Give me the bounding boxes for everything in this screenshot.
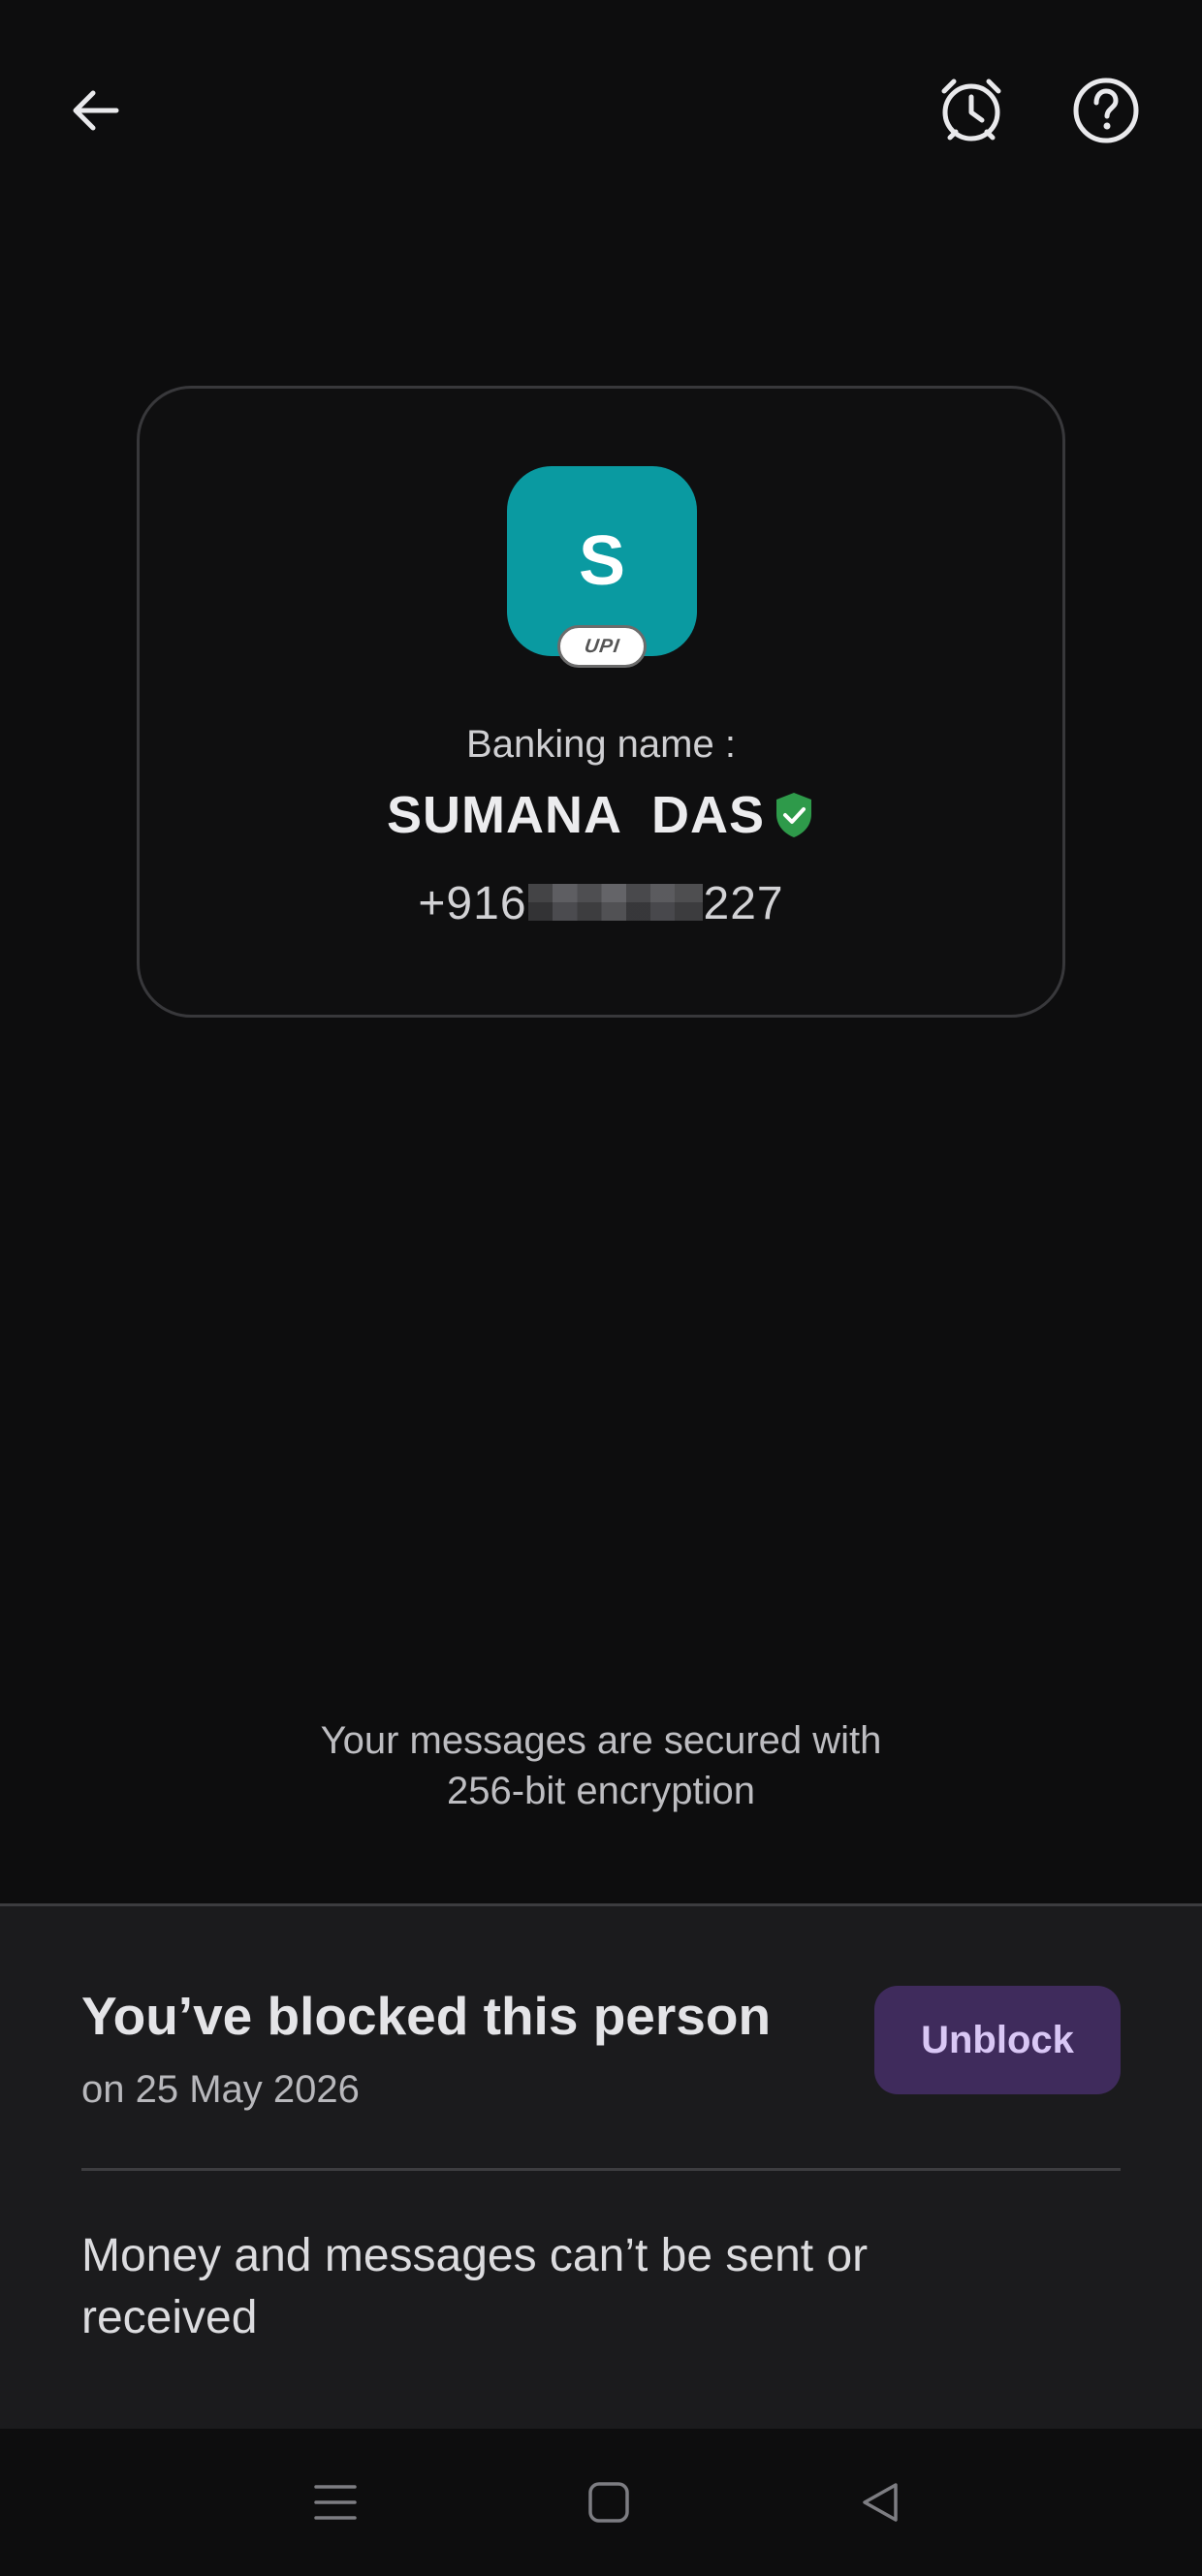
arrow-left-icon <box>73 90 119 131</box>
home-square-icon <box>588 2482 629 2523</box>
blocked-panel <box>0 1903 1202 2429</box>
help-button[interactable] <box>1060 64 1153 157</box>
contact-name: SUMANA DAS <box>386 786 765 844</box>
blocked-title: You’ve blocked this person <box>81 1986 772 2046</box>
nav-back-button[interactable] <box>841 2467 919 2537</box>
alarm-clock-icon <box>941 79 1001 141</box>
nav-home-button[interactable] <box>570 2467 648 2537</box>
reminder-button[interactable] <box>925 64 1018 157</box>
avatar-initial: S <box>578 522 626 600</box>
back-triangle-icon <box>863 2483 898 2522</box>
encryption-line-2: 256-bit encryption <box>447 1770 755 1812</box>
nav-menu-button[interactable] <box>297 2467 374 2537</box>
phone-number: +916 227 <box>137 877 1065 930</box>
verified-shield-icon <box>776 793 811 837</box>
blocked-date: on 25 May 2026 <box>81 2068 360 2111</box>
redacted-digits <box>527 884 703 922</box>
menu-icon <box>314 2485 357 2520</box>
banking-name-label: Banking name : <box>466 723 736 766</box>
blocked-note: Money and messages can’t be sent or rece… <box>81 2230 869 2343</box>
phone-suffix: 227 <box>703 878 784 929</box>
phone-prefix: +916 <box>418 878 527 929</box>
encryption-message: Your messages are secured with 256-bit e… <box>0 1715 1202 1816</box>
back-button[interactable] <box>48 64 142 157</box>
divider <box>81 2168 1121 2171</box>
encryption-line-1: Your messages are secured with <box>320 1719 882 1762</box>
upi-badge-label: UPI <box>583 635 621 657</box>
contact-name-row: SUMANA DAS <box>137 785 1065 845</box>
upi-badge: UPI <box>557 625 647 668</box>
help-circle-icon <box>1073 78 1139 143</box>
unblock-button[interactable]: Unblock <box>874 1986 1121 2094</box>
